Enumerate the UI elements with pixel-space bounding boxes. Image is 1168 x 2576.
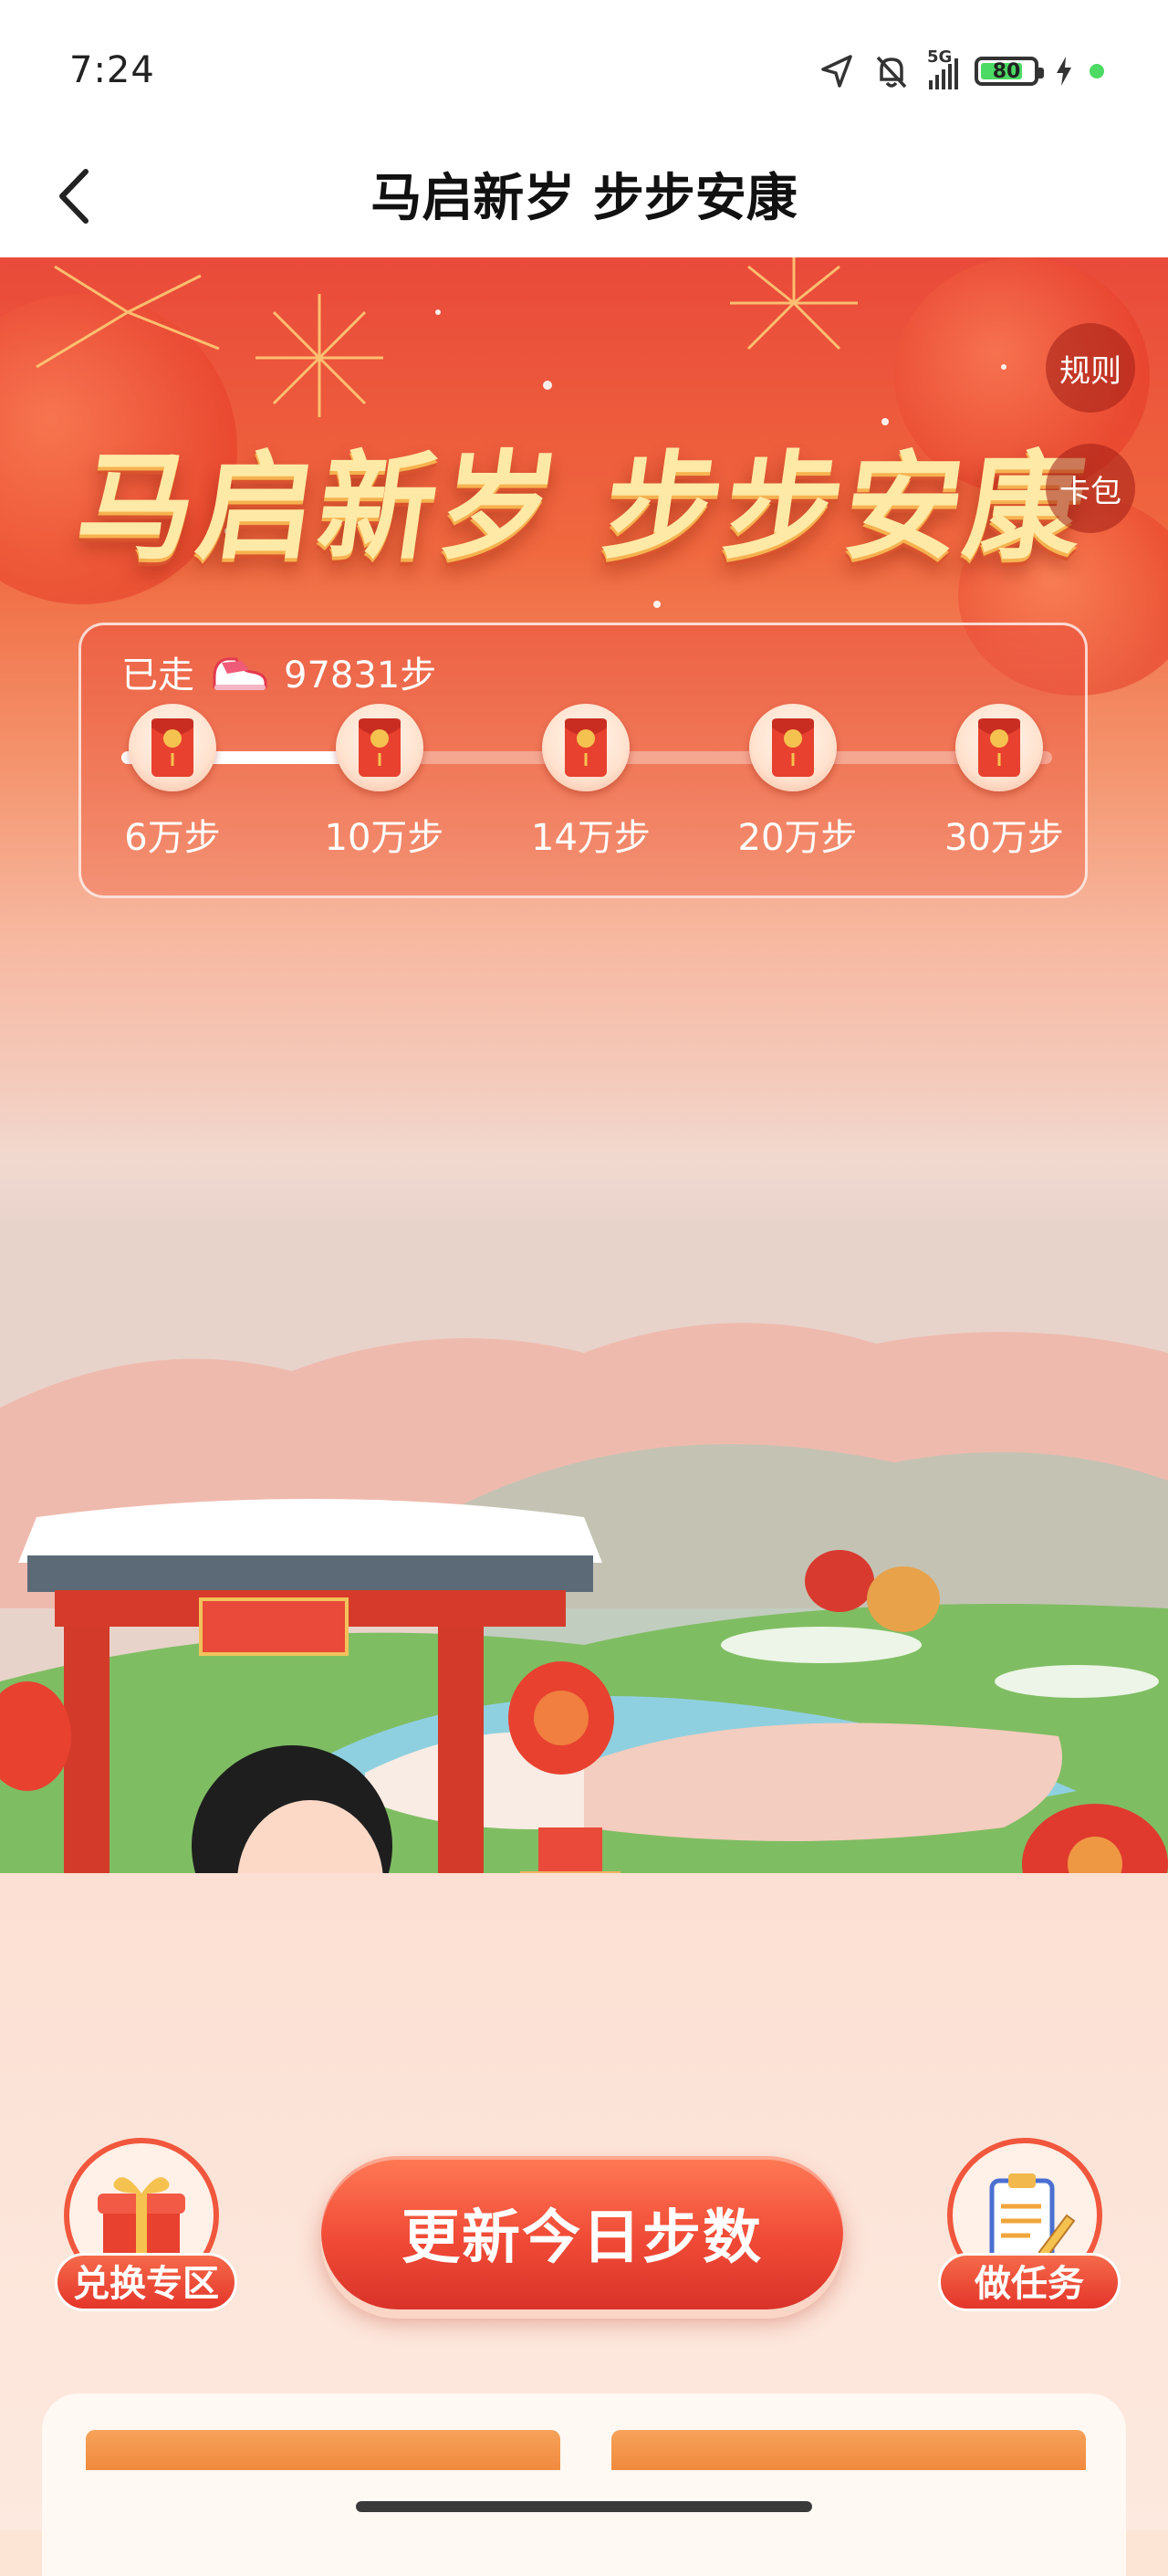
bell-mute-icon bbox=[876, 56, 907, 89]
status-bar: 7:24 5G 80 bbox=[0, 0, 1168, 137]
update-steps-button[interactable]: 更新今日步数 bbox=[321, 2156, 843, 2309]
hero-title: 马启新岁 步步安康 bbox=[68, 439, 1097, 576]
bottom-card bbox=[42, 2393, 1126, 2576]
red-envelope-icon bbox=[748, 704, 837, 791]
home-indicator[interactable] bbox=[356, 2501, 812, 2512]
milestone-label: 30万步 bbox=[944, 817, 1064, 859]
red-envelope-icon bbox=[335, 704, 423, 791]
network-label: 5G bbox=[927, 47, 953, 67]
location-arrow-icon bbox=[821, 55, 852, 88]
card-tab-left bbox=[86, 2430, 560, 2470]
milestone-label: 10万步 bbox=[324, 817, 444, 859]
steps-count: 97831步 bbox=[284, 654, 437, 696]
milestone-label: 20万步 bbox=[737, 817, 858, 859]
hero-banner: 马启新岁 步步安康 规则 卡包 已走 97831步 6万步 10万步 14万步 20万… bbox=[0, 257, 1168, 1873]
exchange-zone-label: 兑换专区 bbox=[55, 2253, 237, 2311]
controls-area: 兑换专区 更新今日步数 做任务 bbox=[0, 1873, 1168, 2576]
milestone-5[interactable]: 30万步 bbox=[944, 704, 1064, 861]
red-envelope-icon bbox=[129, 704, 216, 791]
exchange-zone-button[interactable]: 兑换专区 bbox=[55, 2138, 237, 2311]
milestone-2[interactable]: 10万步 bbox=[324, 704, 444, 861]
rules-button[interactable]: 规则 bbox=[1046, 323, 1135, 413]
milestone-label: 14万步 bbox=[531, 817, 651, 859]
sneaker-icon bbox=[213, 657, 267, 690]
new-year-scene-illustration bbox=[0, 1323, 1168, 1873]
battery-icon: 80 bbox=[975, 57, 1044, 86]
nav-bar: 马启新岁 步步安康 bbox=[0, 137, 1168, 257]
do-tasks-button[interactable]: 做任务 bbox=[938, 2138, 1121, 2311]
walked-label: 已走 bbox=[121, 654, 194, 696]
milestone-label: 6万步 bbox=[124, 817, 221, 859]
milestone-4[interactable]: 20万步 bbox=[737, 704, 858, 861]
walked-row: 已走 97831步 bbox=[121, 645, 436, 698]
battery-level: 80 bbox=[992, 59, 1021, 83]
page-title: 马启新岁 步步安康 bbox=[370, 169, 798, 228]
step-progress-panel: 已走 97831步 6万步 10万步 14万步 20万步 30万步 bbox=[78, 623, 1088, 898]
milestone-1[interactable]: 6万步 bbox=[118, 704, 227, 861]
milestone-3[interactable]: 14万步 bbox=[531, 704, 651, 861]
privacy-indicator-dot bbox=[1090, 64, 1104, 79]
status-time: 7:24 bbox=[69, 49, 155, 91]
card-wallet-button[interactable]: 卡包 bbox=[1046, 444, 1135, 533]
signal-icon: 5G bbox=[927, 47, 958, 89]
do-tasks-label: 做任务 bbox=[938, 2253, 1121, 2311]
red-envelope-icon bbox=[955, 704, 1043, 791]
status-icons: 5G 80 bbox=[819, 47, 1104, 91]
charging-bolt-icon bbox=[1057, 57, 1071, 86]
red-envelope-icon bbox=[542, 704, 630, 791]
card-tab-right bbox=[611, 2430, 1086, 2470]
